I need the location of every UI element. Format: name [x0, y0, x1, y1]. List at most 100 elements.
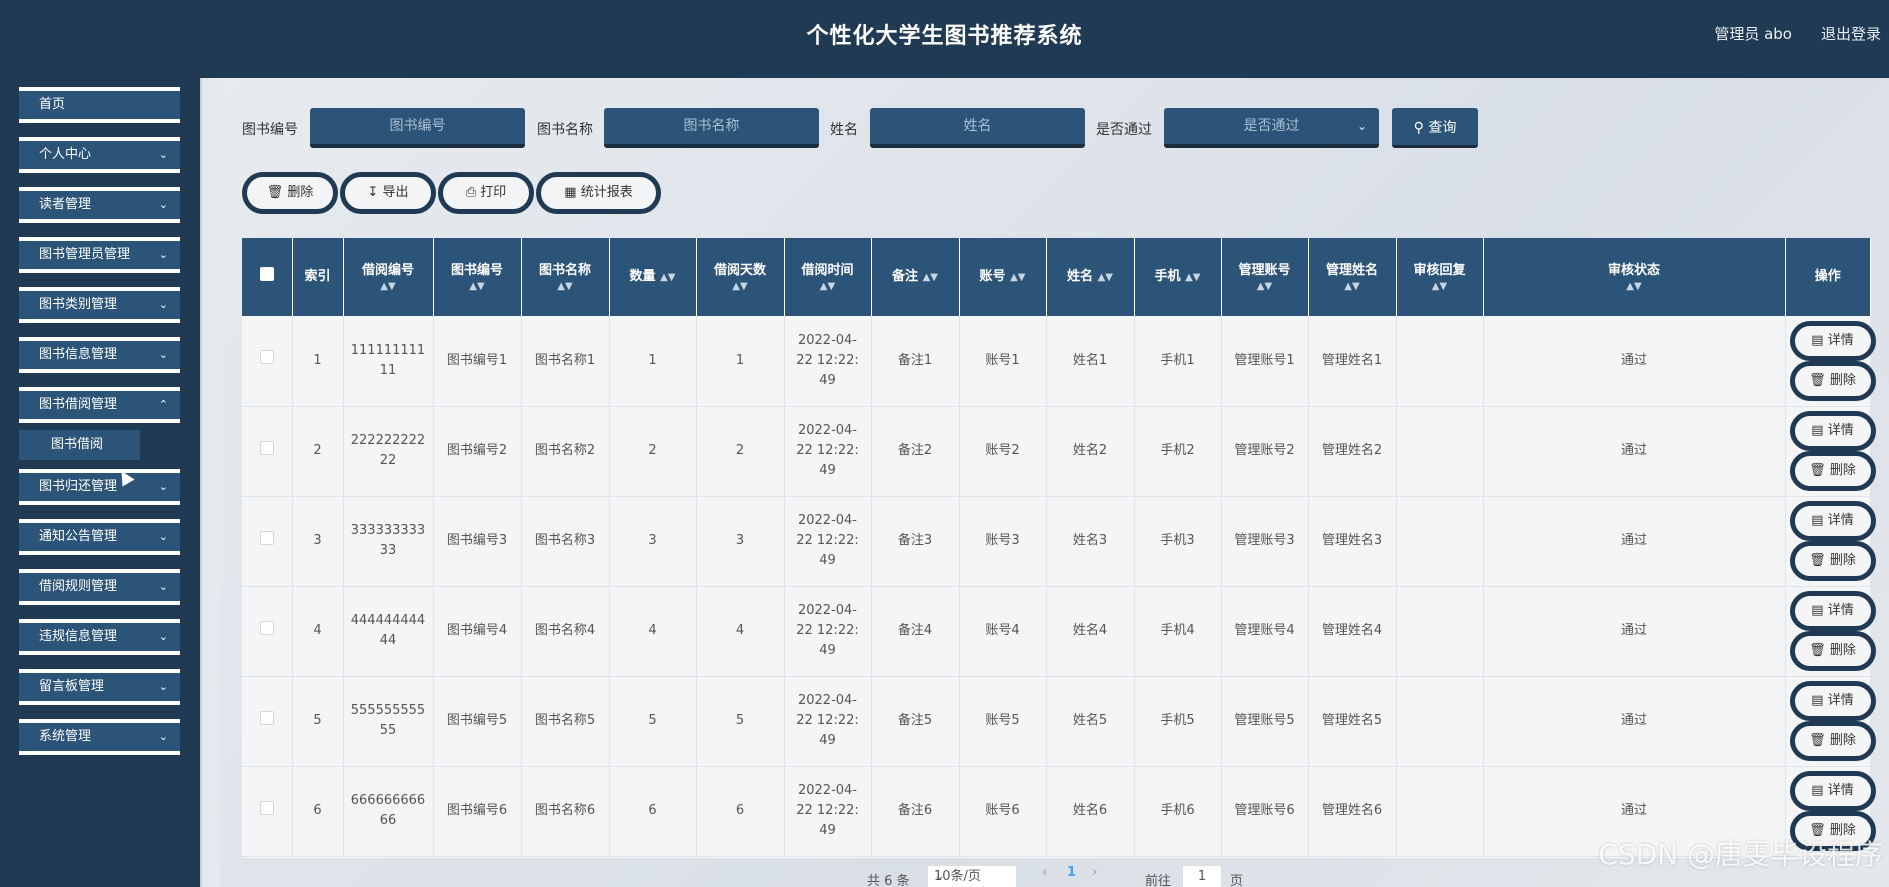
sidebar-item-book-categories[interactable]: 图书类别管理 ⌄ [19, 287, 180, 323]
sidebar-item-personal-center[interactable]: 个人中心 ⌄ [19, 137, 180, 173]
query-button[interactable]: ⚲ 查询 [1392, 108, 1478, 148]
passed-select[interactable]: 是否通过 ⌄ [1164, 108, 1379, 148]
sidebar-item-librarians[interactable]: 图书管理员管理 ⌄ [19, 237, 180, 273]
sidebar-item-borrow-rules[interactable]: 借阅规则管理 ⌄ [19, 569, 180, 605]
sidebar-item-book-info[interactable]: 图书信息管理 ⌄ [19, 337, 180, 373]
detail-button[interactable]: ▤ 详情 [1789, 320, 1876, 361]
row-checkbox[interactable] [242, 676, 293, 767]
detail-button[interactable]: ▤ 详情 [1789, 771, 1876, 811]
col-admin-account[interactable]: 管理账号 ▲▼ [1221, 238, 1309, 316]
export-button[interactable]: ↧ 导出 [340, 172, 436, 214]
row-delete-button[interactable]: 🗑 删除 [1789, 451, 1876, 491]
cell-text: 49 [819, 553, 836, 568]
col-time[interactable]: 借阅时间 ▲▼ [784, 238, 872, 316]
sort-icon[interactable]: ▲▼ [434, 281, 521, 293]
cell-book-name: 图书名称4 [521, 586, 610, 677]
sort-icon[interactable]: ▲▼ [1309, 281, 1396, 293]
sort-icon[interactable]: ▲▼ [923, 272, 938, 283]
sidebar-item-label: 读者管理 [39, 197, 92, 212]
trash-icon: 🗑 [1809, 553, 1826, 568]
print-button[interactable]: ⎙ 打印 [438, 172, 534, 214]
detail-button[interactable]: ▤ 详情 [1789, 681, 1876, 721]
book-no-input[interactable]: 图书编号 [310, 108, 525, 148]
col-account[interactable]: 账号 ▲▼ [959, 238, 1047, 316]
cell-qty: 1 [609, 316, 697, 407]
row-delete-button[interactable]: 🗑 删除 [1789, 721, 1876, 761]
row-checkbox[interactable] [242, 496, 293, 587]
sidebar-item-system[interactable]: 系统管理 ⌄ [19, 719, 180, 755]
cell-account: 账号2 [959, 406, 1047, 497]
batch-delete-button[interactable]: 🗑 删除 [242, 172, 338, 214]
cell-text: 33 [379, 543, 397, 558]
col-name[interactable]: 姓名 ▲▼ [1046, 238, 1135, 316]
prev-page-icon[interactable]: ‹ [1042, 865, 1047, 880]
col-reply[interactable]: 审核回复 ▲▼ [1396, 238, 1484, 316]
document-icon: ▤ [1811, 332, 1824, 348]
cell-days: 5 [696, 676, 785, 767]
sidebar-item-return-management[interactable]: 图书归还管理 ⌄ [19, 469, 180, 505]
book-name-input[interactable]: 图书名称 [604, 108, 819, 148]
sidebar-item-home[interactable]: 首页 [19, 87, 180, 123]
row-delete-label: 删除 [1829, 643, 1856, 658]
detail-button-label: 详情 [1827, 693, 1854, 708]
sort-icon[interactable]: ▲▼ [1397, 281, 1483, 293]
download-icon: ↧ [367, 185, 379, 200]
row-checkbox[interactable] [242, 586, 293, 677]
col-book-no[interactable]: 图书编号 ▲▼ [433, 238, 522, 316]
col-qty[interactable]: 数量 ▲▼ [609, 238, 697, 316]
sort-icon[interactable]: ▲▼ [785, 281, 871, 293]
row-checkbox[interactable] [242, 766, 293, 857]
col-status[interactable]: 审核状态 ▲▼ [1483, 238, 1786, 316]
sort-icon[interactable]: ▲▼ [1484, 281, 1785, 293]
col-days[interactable]: 借阅天数 ▲▼ [696, 238, 785, 316]
cell-book-name: 图书名称2 [521, 406, 610, 497]
chevron-down-icon: ⌄ [1356, 119, 1367, 133]
sort-icon[interactable]: ▲▼ [697, 281, 784, 293]
sidebar-item-message-board[interactable]: 留言板管理 ⌄ [19, 669, 180, 705]
row-delete-button[interactable]: 🗑 删除 [1789, 541, 1876, 581]
row-delete-button[interactable]: 🗑 删除 [1789, 360, 1876, 401]
cell-ops: ▤ 详情🗑 删除 [1785, 496, 1876, 587]
sidebar-item-readers[interactable]: 读者管理 ⌄ [19, 187, 180, 223]
name-input[interactable]: 姓名 [870, 108, 1085, 148]
cell-text: 2022-04- [797, 423, 857, 438]
goto-label: 前往 [1145, 874, 1172, 887]
sidebar-item-borrow-management[interactable]: 图书借阅管理 ⌃ [19, 387, 180, 423]
page-number-current[interactable]: 1 [1067, 865, 1076, 880]
goto-page-input[interactable]: 1 [1182, 865, 1222, 887]
trash-icon: 🗑 [266, 185, 284, 200]
cell-admin-name: 管理姓名4 [1308, 586, 1397, 677]
sidebar-item-violations[interactable]: 违规信息管理 ⌄ [19, 619, 180, 655]
cell-account: 账号1 [959, 316, 1047, 407]
sort-icon[interactable]: ▲▼ [522, 281, 609, 293]
page-size-select[interactable]: 10条/页 ⌄ [927, 865, 1017, 887]
next-page-icon[interactable]: › [1092, 865, 1097, 880]
stats-report-button[interactable]: ▦ 统计报表 [536, 172, 661, 214]
detail-button[interactable]: ▤ 详情 [1789, 591, 1876, 631]
col-book-name[interactable]: 图书名称 ▲▼ [521, 238, 610, 316]
detail-button[interactable]: ▤ 详情 [1789, 501, 1876, 541]
col-phone[interactable]: 手机 ▲▼ [1134, 238, 1222, 316]
sidebar-item-notices[interactable]: 通知公告管理 ⌄ [19, 519, 180, 555]
logout-link[interactable]: 退出登录 [1821, 23, 1881, 44]
col-borrow-no[interactable]: 借阅编号 ▲▼ [343, 238, 434, 316]
cell-admin-account: 管理账号2 [1221, 406, 1309, 497]
col-remark[interactable]: 备注 ▲▼ [871, 238, 960, 316]
cell-days: 3 [696, 496, 785, 587]
row-checkbox[interactable] [242, 406, 293, 497]
sidebar-subitem-borrow[interactable]: 图书借阅 [19, 430, 140, 460]
cell-remark: 备注1 [871, 316, 960, 407]
detail-button[interactable]: ▤ 详情 [1789, 411, 1876, 451]
sort-icon[interactable]: ▲▼ [1222, 281, 1308, 293]
sort-icon[interactable]: ▲▼ [1010, 272, 1025, 283]
cell-book-name: 图书名称6 [521, 766, 610, 857]
row-checkbox[interactable] [242, 316, 293, 407]
sort-icon[interactable]: ▲▼ [1098, 272, 1113, 283]
col-label: 借阅时间 [801, 263, 854, 278]
sort-icon[interactable]: ▲▼ [1185, 272, 1200, 283]
col-admin-name[interactable]: 管理姓名 ▲▼ [1308, 238, 1397, 316]
sort-icon[interactable]: ▲▼ [660, 272, 675, 283]
select-all-checkbox[interactable] [242, 238, 293, 316]
row-delete-button[interactable]: 🗑 删除 [1789, 631, 1876, 671]
sort-icon[interactable]: ▲▼ [344, 281, 433, 293]
